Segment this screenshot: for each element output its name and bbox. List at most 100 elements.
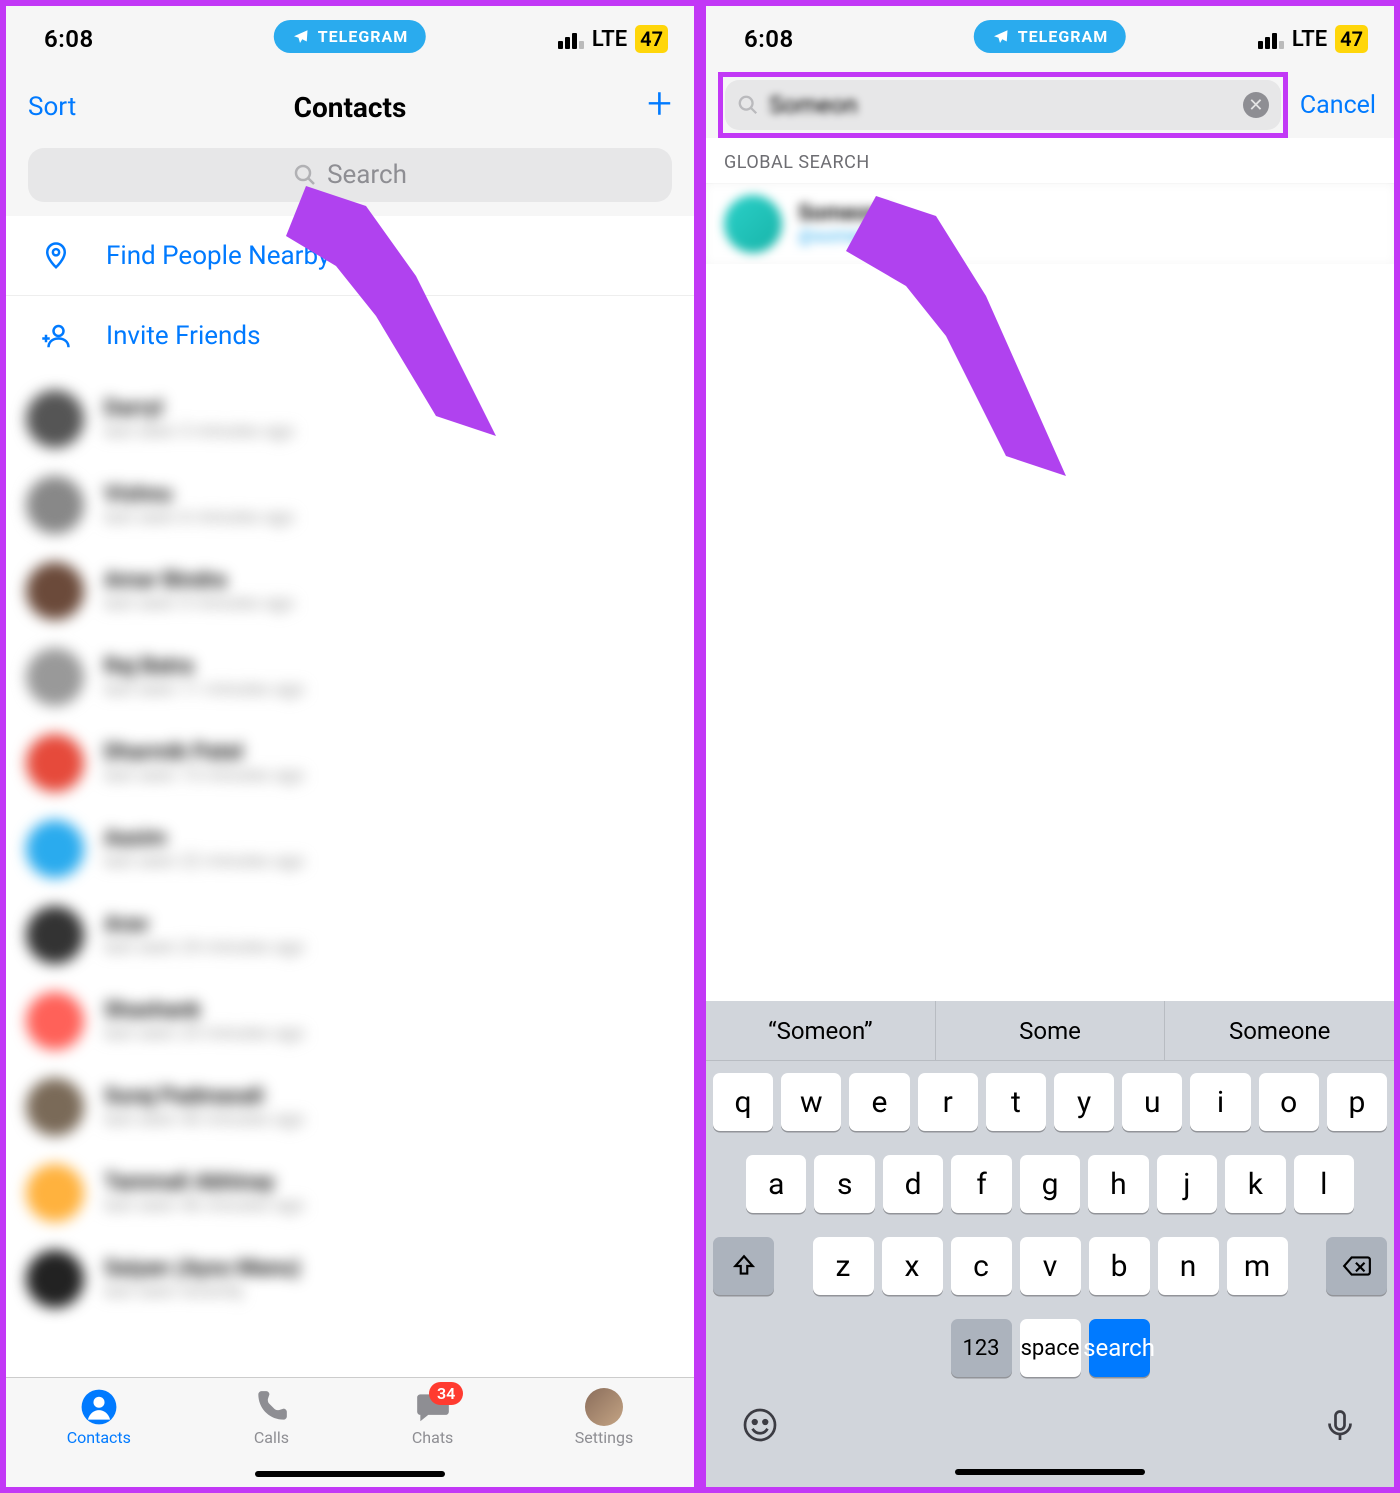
search-icon [737, 94, 759, 116]
contact-row[interactable]: Amar Bindralast seen 9 minutes ago [6, 548, 694, 634]
tab-bar: Contacts Calls 34 Chats Settings [6, 1377, 694, 1487]
contact-avatar-icon [26, 1250, 84, 1308]
contact-row[interactable]: Aasimlast seen 22 minutes ago [6, 806, 694, 892]
numbers-key[interactable]: 123 [951, 1319, 1012, 1377]
location-icon [36, 241, 76, 271]
tab-calls[interactable]: Calls [252, 1388, 290, 1447]
key-l[interactable]: l [1294, 1155, 1354, 1213]
key-j[interactable]: j [1157, 1155, 1217, 1213]
clear-icon[interactable]: ✕ [1243, 92, 1269, 118]
mic-icon [1322, 1407, 1358, 1443]
invite-friends[interactable]: Invite Friends [6, 296, 694, 376]
key-w[interactable]: w [781, 1073, 841, 1131]
search-key[interactable]: search [1089, 1319, 1150, 1377]
tab-contacts[interactable]: Contacts [67, 1388, 131, 1447]
contact-row[interactable]: Shashanklast seen 25 minutes ago [6, 978, 694, 1064]
search-header: ✕ Cancel [706, 72, 1394, 138]
key-d[interactable]: d [883, 1155, 943, 1213]
key-u[interactable]: u [1122, 1073, 1182, 1131]
backspace-icon [1342, 1253, 1372, 1279]
contact-row[interactable]: Vishnulast seen 6 minutes ago [6, 462, 694, 548]
search-input[interactable] [769, 91, 1233, 119]
cancel-button[interactable]: Cancel [1300, 91, 1382, 120]
home-indicator[interactable] [955, 1469, 1145, 1475]
space-key[interactable]: space [1020, 1319, 1081, 1377]
section-header: GLOBAL SEARCH [706, 138, 1394, 184]
telegram-pill[interactable]: TELEGRAM [974, 20, 1126, 53]
tab-settings[interactable]: Settings [575, 1388, 633, 1447]
status-time: 6:08 [744, 25, 794, 53]
status-right: LTE 47 [1258, 25, 1368, 53]
key-h[interactable]: h [1088, 1155, 1148, 1213]
key-s[interactable]: s [814, 1155, 874, 1213]
key-z[interactable]: z [813, 1237, 874, 1295]
contact-row[interactable]: Raj Batralast seen 11 minutes ago [6, 634, 694, 720]
suggestion-2[interactable]: Some [936, 1001, 1166, 1060]
settings-avatar-icon [585, 1388, 623, 1426]
network-label: LTE [592, 27, 627, 52]
home-indicator[interactable] [255, 1471, 445, 1477]
key-k[interactable]: k [1225, 1155, 1285, 1213]
key-c[interactable]: c [951, 1237, 1012, 1295]
contact-avatar-icon [26, 476, 84, 534]
page-title: Contacts [294, 91, 407, 124]
key-q[interactable]: q [713, 1073, 773, 1131]
shift-key[interactable] [713, 1237, 774, 1295]
contact-avatar-icon [26, 992, 84, 1050]
contact-avatar-icon [26, 390, 84, 448]
contact-row[interactable]: Saiyan (Ayso Manu)last seen recently [6, 1236, 694, 1322]
search-icon [293, 163, 317, 187]
contact-row[interactable]: Aravlast seen 24 minutes ago [6, 892, 694, 978]
sort-button[interactable]: Sort [28, 92, 98, 122]
search-input[interactable]: Search [28, 148, 672, 202]
add-contact-button[interactable]: + [602, 90, 672, 125]
emoji-key[interactable] [742, 1407, 778, 1447]
key-b[interactable]: b [1089, 1237, 1150, 1295]
emoji-icon [742, 1407, 778, 1443]
contact-row[interactable]: Darryllast seen 3 minutes ago [6, 376, 694, 462]
contacts-list[interactable]: Darryllast seen 3 minutes agoVishnulast … [6, 376, 694, 1322]
invite-icon [36, 321, 76, 351]
contact-row[interactable]: Tammali Abhinaylast seen 46 minutes ago [6, 1150, 694, 1236]
key-o[interactable]: o [1259, 1073, 1319, 1131]
key-y[interactable]: y [1054, 1073, 1114, 1131]
dictation-key[interactable] [1322, 1407, 1358, 1447]
key-a[interactable]: a [746, 1155, 806, 1213]
find-people-nearby[interactable]: Find People Nearby [6, 216, 694, 296]
suggestion-1[interactable]: “Someon” [706, 1001, 936, 1060]
key-x[interactable]: x [882, 1237, 943, 1295]
contact-avatar-icon [26, 906, 84, 964]
key-i[interactable]: i [1190, 1073, 1250, 1131]
contact-row[interactable]: Dharmik Patellast seen 15 minutes ago [6, 720, 694, 806]
backspace-key[interactable] [1326, 1237, 1387, 1295]
key-n[interactable]: n [1158, 1237, 1219, 1295]
status-bar: 6:08 TELEGRAM LTE 47 [6, 6, 694, 72]
plus-icon: + [647, 77, 672, 129]
key-g[interactable]: g [1020, 1155, 1080, 1213]
search-highlight-frame: ✕ [718, 72, 1288, 138]
phone-icon [252, 1388, 290, 1426]
contact-avatar-icon [26, 734, 84, 792]
search-result-row[interactable]: Someone @someone [706, 184, 1394, 264]
key-t[interactable]: t [986, 1073, 1046, 1131]
contact-avatar-icon [26, 1164, 84, 1222]
contact-avatar-icon [26, 820, 84, 878]
telegram-pill[interactable]: TELEGRAM [274, 20, 426, 53]
suggestion-3[interactable]: Someone [1165, 1001, 1394, 1060]
suggestion-bar: “Someon” Some Someone [706, 1001, 1394, 1061]
key-r[interactable]: r [918, 1073, 978, 1131]
key-m[interactable]: m [1227, 1237, 1288, 1295]
contact-row[interactable]: Suraj Padmasalilast seen 40 minutes ago [6, 1064, 694, 1150]
tab-chats[interactable]: 34 Chats [412, 1388, 453, 1447]
phone-right-search: 6:08 TELEGRAM LTE 47 ✕ Cancel GLOBAL SEA… [700, 0, 1400, 1493]
key-v[interactable]: v [1020, 1237, 1081, 1295]
keyboard: “Someon” Some Someone qwertyuiop asdfghj… [706, 1001, 1394, 1487]
key-f[interactable]: f [951, 1155, 1011, 1213]
search-box[interactable]: ✕ [725, 80, 1281, 130]
key-e[interactable]: e [849, 1073, 909, 1131]
key-p[interactable]: p [1327, 1073, 1387, 1131]
battery-badge-icon: 47 [635, 25, 668, 53]
nav-bar: Sort Contacts + [6, 72, 694, 142]
chat-badge: 34 [429, 1382, 463, 1405]
status-right: LTE 47 [558, 25, 668, 53]
